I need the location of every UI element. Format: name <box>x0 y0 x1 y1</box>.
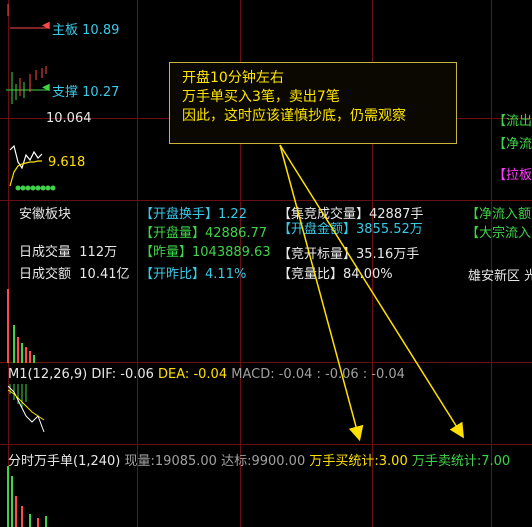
annotation-arrows <box>279 144 464 442</box>
arrow-to-buy <box>279 144 364 442</box>
arrow-to-sell <box>279 144 464 439</box>
